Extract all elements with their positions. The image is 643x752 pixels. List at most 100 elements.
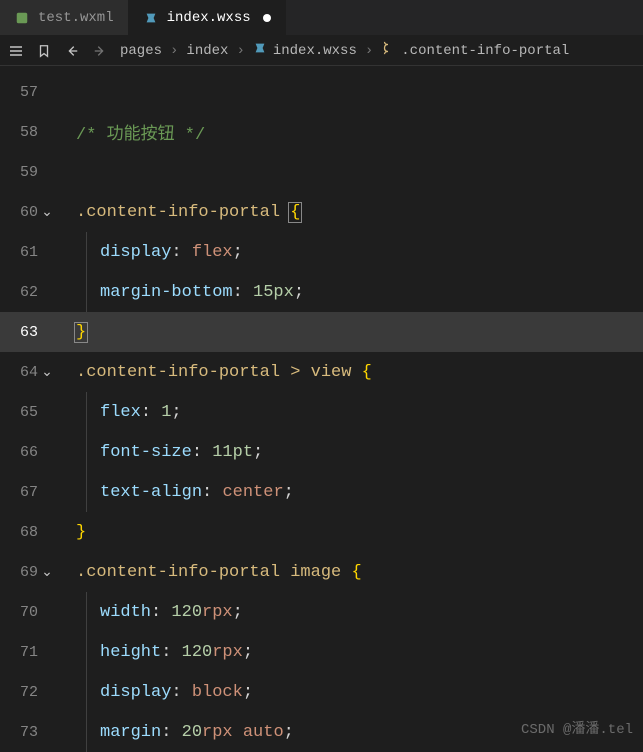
tabs-bar: test.wxml index.wxss xyxy=(0,0,643,36)
watermark: CSDN @潘潘.tel xyxy=(521,718,633,738)
line-number: 70 xyxy=(0,604,38,621)
code-line[interactable]: 58 /* 功能按钮 */ xyxy=(0,112,643,152)
line-number: 63 xyxy=(0,324,38,341)
list-icon[interactable] xyxy=(8,43,24,59)
line-number: 59 xyxy=(0,164,38,181)
line-content: flex: 1; xyxy=(56,403,182,422)
token-colon: : xyxy=(161,723,181,742)
code-line[interactable]: 72 display: block; xyxy=(0,672,643,712)
file-wxml-icon xyxy=(14,10,30,26)
token-value: flex xyxy=(192,243,233,262)
token-prop: width xyxy=(100,603,151,622)
code-line[interactable]: 70 width: 120rpx; xyxy=(0,592,643,632)
token-colon: : xyxy=(141,403,161,422)
fold-chevron-icon[interactable]: ⌄ xyxy=(40,364,54,381)
indent-guide xyxy=(86,712,87,752)
token-value: rpx xyxy=(202,723,243,742)
line-content: .content-info-portal > view { xyxy=(56,363,372,382)
token-prop: margin-bottom xyxy=(100,283,233,302)
code-editor[interactable]: 5758/* 功能按钮 */5960⌄.content-info-portal … xyxy=(0,66,643,752)
line-number: 72 xyxy=(0,684,38,701)
code-line[interactable]: 67text-align: center; xyxy=(0,472,643,512)
token-colon: : xyxy=(202,483,222,502)
line-content: /* 功能按钮 */ xyxy=(56,119,205,145)
fold-chevron-icon[interactable]: ⌄ xyxy=(40,204,54,221)
token-semi: ; xyxy=(243,683,253,702)
tab-test-wxml[interactable]: test.wxml xyxy=(0,0,129,35)
code-line[interactable]: 60⌄.content-info-portal { xyxy=(0,192,643,232)
line-number: 65 xyxy=(0,404,38,421)
indent-guide xyxy=(86,432,87,472)
token-colon: : xyxy=(171,243,191,262)
token-semi: ; xyxy=(294,283,304,302)
code-line[interactable]: 59 xyxy=(0,152,643,192)
code-line[interactable]: 69⌄.content-info-portal image { xyxy=(0,552,643,592)
token-selector: .content-info-portal xyxy=(76,203,280,222)
breadcrumb-item[interactable]: index xyxy=(186,43,228,59)
token-number: 120 xyxy=(171,603,202,622)
breadcrumb-item[interactable]: .content-info-portal xyxy=(381,41,569,60)
fold-chevron-icon[interactable]: ⌄ xyxy=(40,564,54,581)
line-number: 57 xyxy=(0,84,38,101)
token-semi: ; xyxy=(284,483,294,502)
token-colon: : xyxy=(171,683,191,702)
code-line[interactable]: 62margin-bottom: 15px; xyxy=(0,272,643,312)
code-line[interactable]: 65 flex: 1; xyxy=(0,392,643,432)
token-prop: margin xyxy=(100,723,161,742)
file-wxss-icon xyxy=(253,41,267,60)
line-content: } xyxy=(56,523,86,542)
token-plain xyxy=(341,563,351,582)
token-value: rpx xyxy=(202,603,233,622)
class-icon xyxy=(381,41,395,60)
code-line[interactable]: 71height: 120rpx; xyxy=(0,632,643,672)
tab-label: test.wxml xyxy=(38,10,114,26)
token-colon: : xyxy=(233,283,253,302)
code-line[interactable]: 63} xyxy=(0,312,643,352)
token-brace-hl: } xyxy=(74,322,88,343)
token-colon: : xyxy=(151,603,171,622)
code-line[interactable]: 66font-size: 11pt; xyxy=(0,432,643,472)
token-comment: /* 功能按钮 */ xyxy=(76,126,205,145)
token-prop: display xyxy=(100,683,171,702)
token-colon: : xyxy=(192,443,212,462)
nav-back-icon[interactable] xyxy=(64,43,80,59)
breadcrumb-item[interactable]: pages xyxy=(120,43,162,59)
token-semi: ; xyxy=(233,243,243,262)
line-number: 71 xyxy=(0,644,38,661)
tab-label: index.wxss xyxy=(167,10,251,26)
token-semi: ; xyxy=(284,723,294,742)
token-brace: } xyxy=(76,523,86,542)
code-line[interactable]: 68} xyxy=(0,512,643,552)
line-number: 64 xyxy=(0,364,38,381)
line-number: 58 xyxy=(0,124,38,141)
line-content: } xyxy=(56,323,88,342)
breadcrumbs: pages › index › index.wxss › .content-in… xyxy=(120,41,569,60)
chevron-right-icon: › xyxy=(365,43,373,59)
token-brace: { xyxy=(362,363,372,382)
token-selector: .content-info-portal image xyxy=(76,563,341,582)
chevron-right-icon: › xyxy=(170,43,178,59)
token-value: auto xyxy=(243,723,284,742)
token-semi: ; xyxy=(233,603,243,622)
token-value: rpx xyxy=(212,643,243,662)
token-prop: font-size xyxy=(100,443,192,462)
line-number: 68 xyxy=(0,524,38,541)
token-prop: flex xyxy=(100,403,141,422)
token-value: block xyxy=(192,683,243,702)
line-number: 61 xyxy=(0,244,38,261)
indent-guide xyxy=(86,272,87,312)
tab-index-wxss[interactable]: index.wxss xyxy=(129,0,286,35)
indent-guide xyxy=(86,232,87,272)
code-line[interactable]: 64⌄.content-info-portal > view { xyxy=(0,352,643,392)
nav-forward-icon[interactable] xyxy=(92,43,108,59)
token-number: 1 xyxy=(161,403,171,422)
line-number: 62 xyxy=(0,284,38,301)
line-content: width: 120rpx; xyxy=(56,603,243,622)
breadcrumb-item[interactable]: index.wxss xyxy=(253,41,357,60)
chevron-right-icon: › xyxy=(236,43,244,59)
line-content: font-size: 11pt; xyxy=(56,443,263,462)
bookmark-icon[interactable] xyxy=(36,43,52,59)
token-value: center xyxy=(222,483,283,502)
code-line[interactable]: 57 xyxy=(0,72,643,112)
code-line[interactable]: 61display: flex; xyxy=(0,232,643,272)
